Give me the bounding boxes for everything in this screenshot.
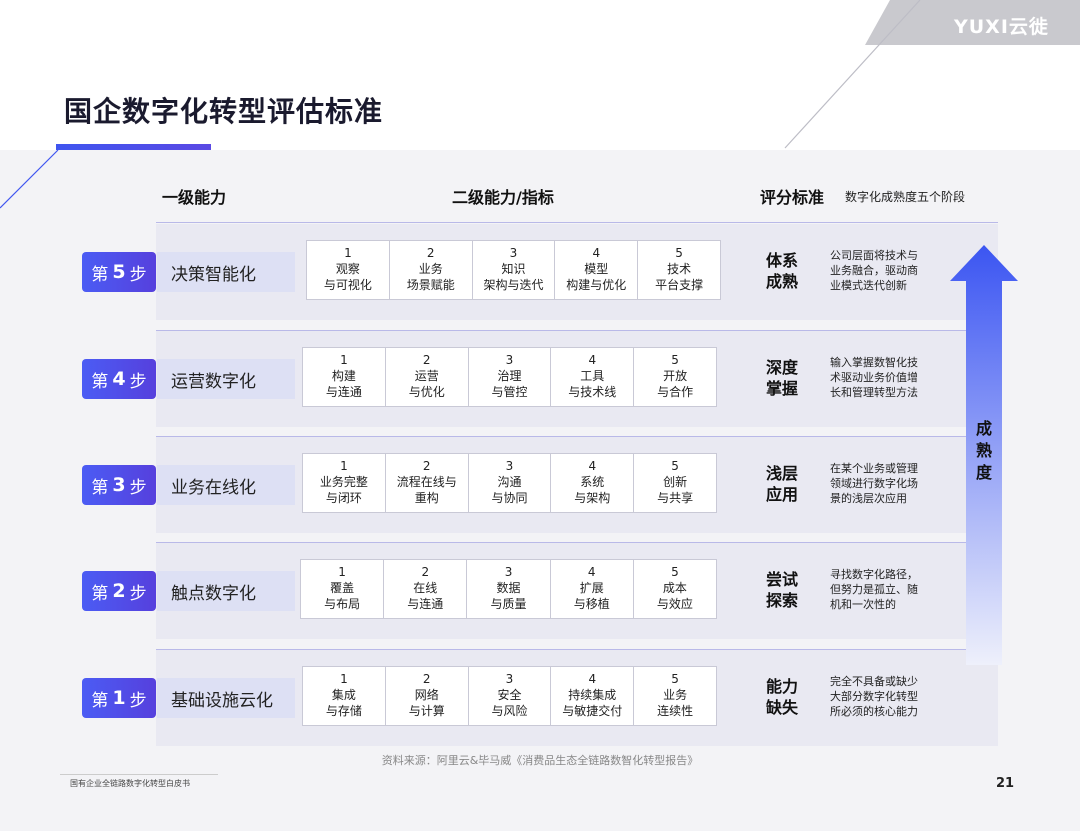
indicator-cell: 4 持续集成 与敏捷交付	[551, 667, 635, 725]
header-level2: 二级能力/指标	[452, 188, 554, 207]
brand-logo: YUXI云徙	[954, 16, 1049, 38]
page-title: 国企数字化转型评估标准	[64, 95, 384, 128]
source-note: 资料来源：阿里云&毕马威《消费品生态全链路数智化转型报告》	[381, 754, 699, 767]
level2-indicator-grid: 1 覆盖 与布局 2 在线 与连通 3 数据 与质量 4 扩展 与移植 5 成本…	[300, 559, 717, 619]
grade-label: 体系 成熟	[765, 251, 798, 291]
title-underline	[56, 144, 211, 150]
indicator-cell: 1 覆盖 与布局	[301, 560, 385, 618]
indicator-cell: 3 治理 与管控	[469, 348, 552, 406]
step-badge: 第2步	[82, 571, 156, 611]
level2-indicator-grid: 1 观察 与可视化 2 业务 场景赋能 3 知识 架构与迭代 4 模型 构建与优…	[306, 240, 721, 300]
indicator-cell: 1 观察 与可视化	[307, 241, 390, 299]
grade-description: 公司层面将技术与 业务融合，驱动商 业模式迭代创新	[830, 249, 918, 292]
grade-label: 浅层 应用	[765, 464, 798, 504]
grade-description: 输入掌握数智化技 术驱动业务价值增 长和管理转型方法	[830, 356, 918, 399]
row-divider	[156, 330, 998, 331]
level1-capability: 决策智能化	[157, 252, 295, 292]
indicator-cell: 2 业务 场景赋能	[390, 241, 473, 299]
level2-indicator-grid: 1 集成 与存储 2 网络 与计算 3 安全 与风险 4 持续集成 与敏捷交付 …	[302, 666, 717, 726]
indicator-cell: 5 技术 平台支撑	[655, 246, 704, 292]
header-grading: 评分标准	[760, 188, 825, 207]
indicator-cell: 3 安全 与风险	[469, 667, 552, 725]
level1-capability: 基础设施云化	[157, 678, 295, 718]
indicator-cell: 1 集成 与存储	[303, 667, 386, 725]
indicator-cell: 5 成本 与效应	[656, 565, 693, 611]
level2-indicator-grid: 1 业务完整 与闭环 2 流程在线与 重构 3 沟通 与协同 4 系统 与架构 …	[302, 453, 717, 513]
page-number: 21	[996, 776, 1015, 791]
indicator-cell: 4 扩展 与移植	[551, 560, 634, 618]
indicator-cell: 1 业务完整 与闭环	[303, 454, 386, 512]
step-badge: 第4步	[82, 359, 156, 399]
indicator-cell: 2 运营 与优化	[386, 348, 469, 406]
grade-label: 能力 缺失	[765, 677, 798, 717]
row-divider	[156, 436, 998, 437]
indicator-cell: 3 知识 架构与迭代	[473, 241, 556, 299]
header-divider	[156, 222, 998, 223]
level1-capability: 运营数字化	[157, 359, 295, 399]
indicator-cell: 5 业务 连续性	[657, 672, 694, 718]
header-grading-sub: 数字化成熟度五个阶段	[845, 190, 966, 204]
row-divider	[156, 542, 998, 543]
indicator-cell: 1 构建 与连通	[303, 348, 386, 406]
indicator-cell: 3 数据 与质量	[467, 560, 551, 618]
indicator-cell: 4 工具 与技术线	[551, 348, 635, 406]
indicator-cell: 5 开放 与合作	[657, 353, 694, 399]
level1-capability: 业务在线化	[157, 465, 295, 505]
level1-capability: 触点数字化	[157, 571, 295, 611]
indicator-cell: 5 创新 与共享	[657, 459, 694, 505]
grade-label: 深度 掌握	[765, 358, 798, 398]
step-badge: 第5步	[82, 252, 156, 292]
indicator-cell: 4 模型 构建与优化	[555, 241, 639, 299]
row-divider	[156, 649, 998, 650]
arrow-label: 成 熟 度	[975, 419, 992, 482]
indicator-cell: 3 沟通 与协同	[469, 454, 552, 512]
grade-label: 尝试 探索	[765, 570, 798, 610]
indicator-cell: 2 流程在线与 重构	[386, 454, 469, 512]
indicator-cell: 2 网络 与计算	[386, 667, 469, 725]
level2-indicator-grid: 1 构建 与连通 2 运营 与优化 3 治理 与管控 4 工具 与技术线 5 开…	[302, 347, 717, 407]
indicator-cell: 2 在线 与连通	[384, 560, 468, 618]
header-level1: 一级能力	[162, 188, 227, 207]
indicator-cell: 4 系统 与架构	[551, 454, 635, 512]
footer-doc-title: 国有企业全链路数字化转型白皮书	[70, 779, 190, 788]
step-badge: 第3步	[82, 465, 156, 505]
footer-divider	[60, 774, 218, 775]
grade-description: 在某个业务或管理 领域进行数字化场 景的浅层次应用	[830, 462, 918, 505]
grade-description: 完全不具备或缺少 大部分数字化转型 所必须的核心能力	[830, 675, 918, 718]
grade-description: 寻找数字化路径， 但努力是孤立、随 机和一次性的	[830, 568, 918, 611]
step-badge: 第1步	[82, 678, 156, 718]
